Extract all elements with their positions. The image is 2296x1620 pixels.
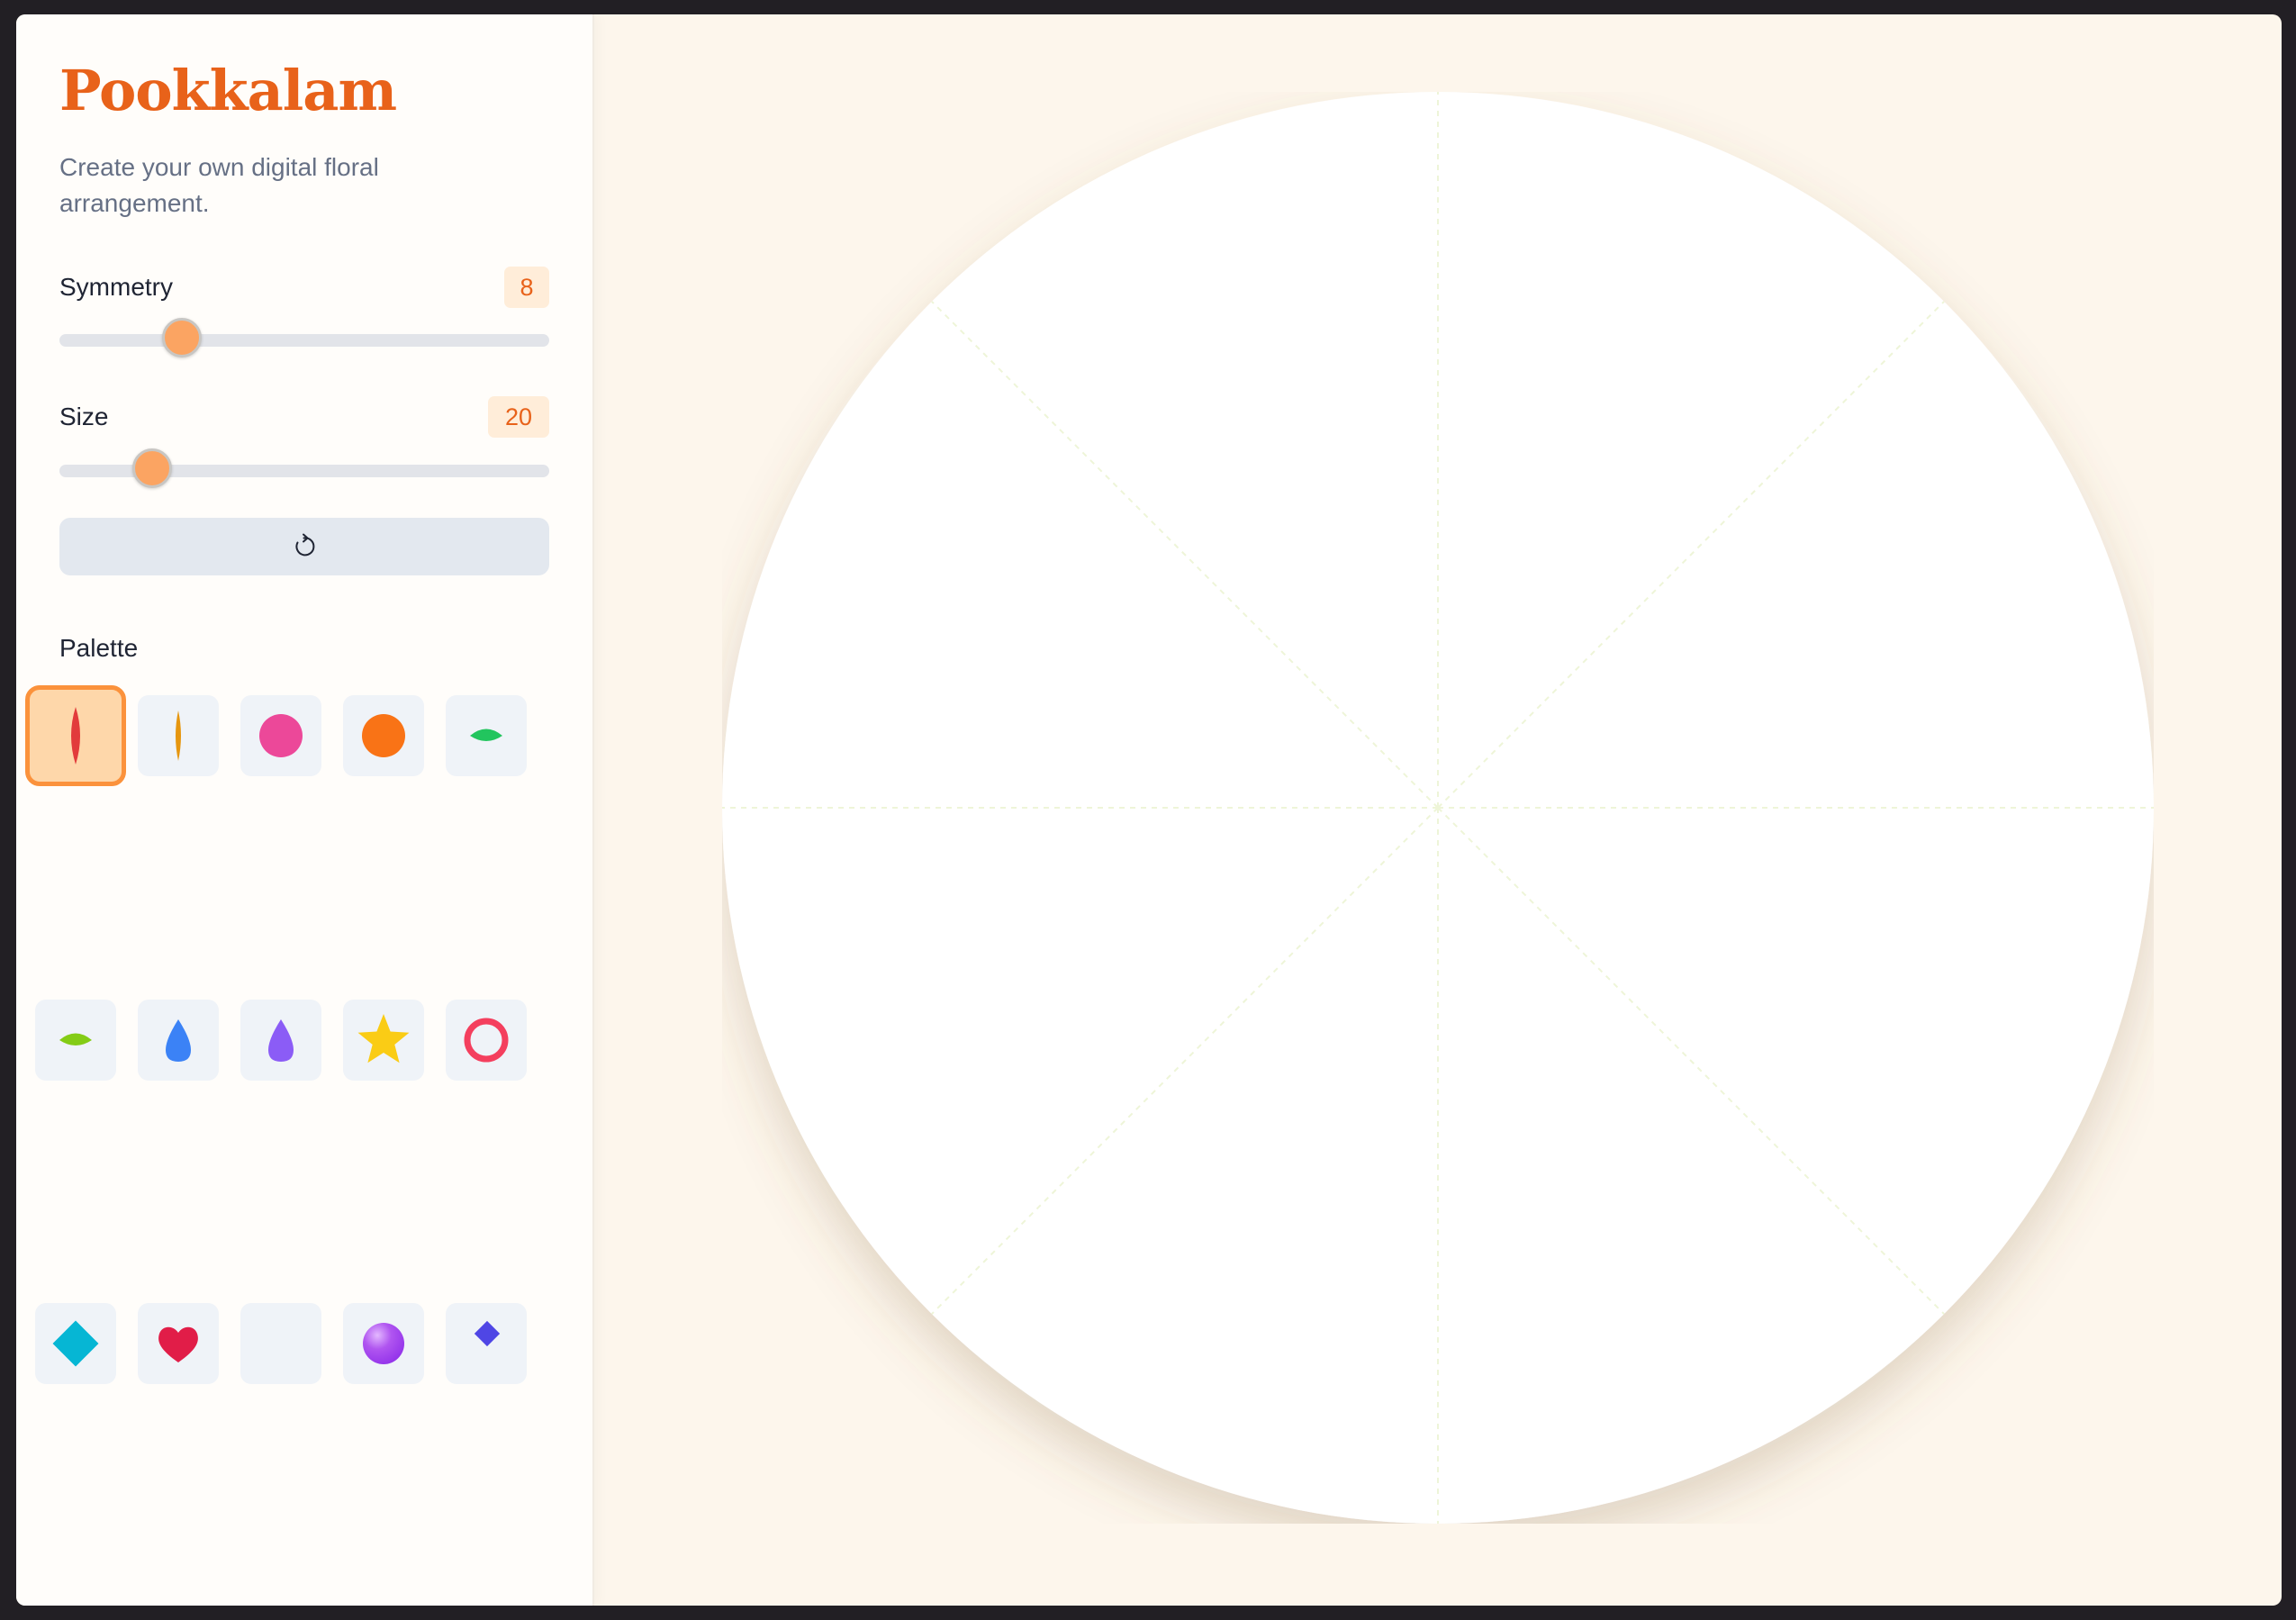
indigo-gem-icon	[474, 1320, 501, 1347]
blue-drop-icon	[166, 1019, 191, 1062]
palette-item-red-heart[interactable]	[138, 1303, 219, 1384]
palette-item-red-petal[interactable]	[25, 685, 126, 786]
palette-item-marigold-petal[interactable]	[138, 695, 219, 776]
palette-item-blue-drop[interactable]	[138, 1000, 219, 1081]
size-slider[interactable]	[59, 448, 549, 488]
reset-button[interactable]	[59, 518, 549, 575]
cyan-diamond-icon	[52, 1320, 99, 1367]
lime-leaf-icon	[59, 1033, 92, 1045]
red-heart-icon	[158, 1326, 198, 1362]
size-value: 20	[488, 396, 549, 438]
purple-bead-icon	[363, 1323, 404, 1364]
center-point	[1435, 805, 1441, 810]
canvas-area	[594, 14, 2282, 1606]
palette-item-purple-bead[interactable]	[343, 1303, 424, 1384]
reset-icon	[295, 533, 315, 557]
orange-dot-icon	[362, 714, 405, 757]
red-petal-icon	[71, 707, 80, 765]
sidebar: Pookkalam Create your own digital floral…	[16, 14, 594, 1606]
symmetry-slider[interactable]	[59, 318, 549, 357]
palette-item-rose-ring[interactable]	[446, 1000, 527, 1081]
marigold-petal-icon	[176, 710, 181, 761]
palette-item-yellow-star[interactable]	[343, 1000, 424, 1081]
app-window: Pookkalam Create your own digital floral…	[16, 14, 2282, 1606]
palette-label: Palette	[59, 634, 139, 662]
palette-item-cyan-diamond[interactable]	[35, 1303, 116, 1384]
drawing-board[interactable]	[722, 92, 2154, 1524]
app-subtitle: Create your own digital floral arrangeme…	[59, 153, 379, 217]
symmetry-label: Symmetry	[59, 273, 173, 301]
yellow-star-icon	[357, 1014, 410, 1063]
palette-item-lime-leaf[interactable]	[35, 1000, 116, 1081]
size-slider-thumb[interactable]	[132, 448, 173, 488]
palette-item-indigo-gem[interactable]	[446, 1303, 527, 1384]
app-title: Pookkalam	[59, 58, 397, 123]
palette-item-violet-drop[interactable]	[240, 1000, 321, 1081]
size-label: Size	[59, 403, 109, 430]
symmetry-slider-thumb[interactable]	[162, 318, 202, 357]
palette-item-green-leaf[interactable]	[446, 695, 527, 776]
palette-item-empty-slot[interactable]	[240, 1303, 321, 1384]
palette-item-orange-dot[interactable]	[343, 695, 424, 776]
rose-ring-icon	[464, 1018, 509, 1063]
pink-dot-icon	[259, 714, 303, 757]
green-leaf-icon	[470, 729, 502, 741]
symmetry-value: 8	[504, 267, 549, 308]
palette-item-pink-dot[interactable]	[240, 695, 321, 776]
violet-drop-icon	[268, 1019, 294, 1062]
